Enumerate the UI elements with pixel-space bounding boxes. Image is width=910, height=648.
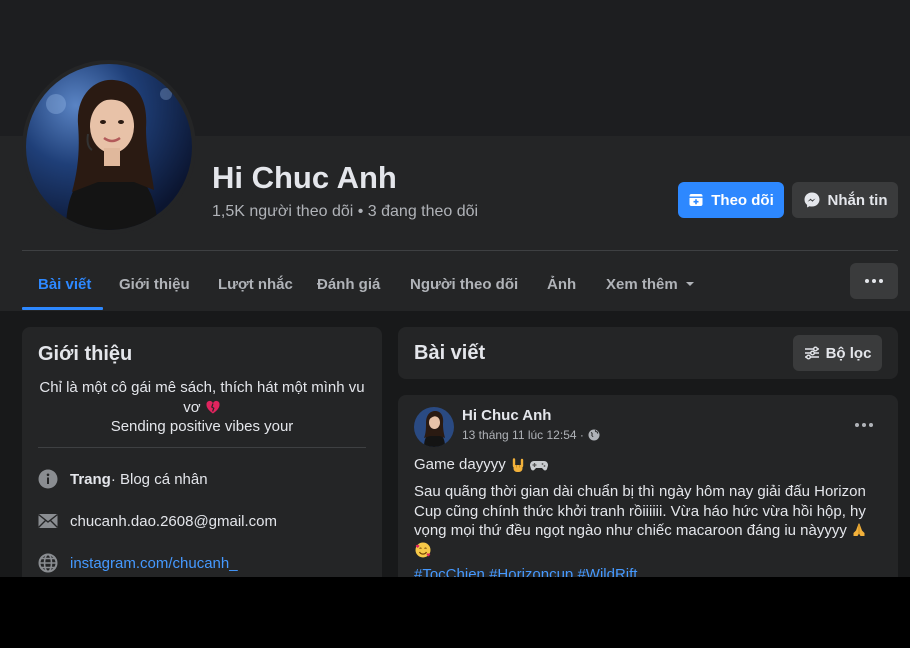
profile-name: Hi Chuc Anh: [212, 160, 397, 195]
rock-hand-icon: [510, 457, 526, 473]
intro-website[interactable]: instagram.com/chucanh_: [38, 553, 238, 573]
filter-label: Bộ lọc: [825, 344, 872, 362]
hashtag-link[interactable]: #Horizoncup: [489, 566, 573, 577]
info-icon: [38, 469, 58, 489]
smiling-face-with-hearts-icon: [414, 541, 432, 559]
post-text: Sau quãng thời gian dài chuẩn bị thì ngà…: [414, 483, 866, 539]
globe-icon: [38, 553, 58, 573]
post-timestamp[interactable]: 13 tháng 11 lúc 12:54 ·: [462, 428, 584, 442]
active-tab-indicator: [22, 307, 103, 310]
post-hashtags: #TocChien #Horizoncup #WildRift: [414, 566, 637, 577]
bio-line: vơ: [34, 398, 370, 418]
praying-hands-icon: [851, 522, 867, 538]
intro-card: Giới thiệu Chỉ là một cô gái mê sách, th…: [22, 327, 382, 577]
post-options-button[interactable]: [846, 407, 882, 443]
bio-line: Sending positive vibes your: [110, 418, 294, 435]
post-body: Sau quãng thời gian dài chuẩn bị thì ngà…: [414, 482, 882, 561]
filter-button[interactable]: Bộ lọc: [793, 335, 882, 371]
post-meta: 13 tháng 11 lúc 12:54 ·: [462, 428, 600, 442]
message-button[interactable]: Nhắn tin: [792, 182, 898, 218]
follow-icon: [688, 192, 704, 208]
filter-icon: [804, 345, 820, 361]
profile-page: Hi Chuc Anh 1,5K người theo dõi • 3 đang…: [0, 0, 910, 577]
hashtag-link[interactable]: #WildRift: [577, 566, 637, 577]
tab-more-label: Xem thêm: [606, 275, 678, 293]
message-label: Nhắn tin: [827, 191, 888, 209]
post-text: Game dayyyy: [414, 456, 506, 473]
intro-email[interactable]: chucanh.dao.2608@gmail.com: [38, 511, 277, 531]
posts-header: Bài viết Bộ lọc: [398, 327, 898, 379]
post-first-line: Game dayyyy: [414, 456, 548, 473]
public-globe-icon: [588, 429, 600, 441]
intro-divider: [38, 447, 366, 448]
tab-mentions[interactable]: Lượt nhắc: [218, 258, 293, 310]
follow-button[interactable]: Theo dõi: [678, 182, 784, 218]
chevron-down-icon: [685, 279, 695, 289]
tab-reviews[interactable]: Đánh giá: [317, 258, 380, 310]
email-text: chucanh.dao.2608@gmail.com: [70, 512, 278, 530]
more-options-button[interactable]: [850, 263, 898, 299]
bio-line: Chỉ là một cô gái mê sách, thích hát một…: [39, 379, 365, 396]
category-value: · Blog cá nhân: [110, 470, 208, 488]
gamepad-icon: [529, 457, 548, 473]
post-author-name[interactable]: Hi Chuc Anh: [462, 407, 551, 424]
posts-title: Bài viết: [414, 342, 486, 364]
profile-avatar[interactable]: [22, 60, 196, 234]
mail-icon: [38, 511, 58, 531]
website-link[interactable]: instagram.com/chucanh_: [70, 555, 238, 572]
tab-posts[interactable]: Bài viết: [38, 258, 91, 310]
hashtag-link[interactable]: #TocChien: [414, 566, 485, 577]
followers-count[interactable]: 1,5K người theo dõi • 3 đang theo dõi: [212, 203, 478, 221]
tab-about[interactable]: Giới thiệu: [119, 258, 190, 310]
messenger-icon: [803, 191, 821, 209]
post-author-avatar[interactable]: [414, 407, 454, 447]
intro-title: Giới thiệu: [38, 343, 133, 365]
tab-more[interactable]: Xem thêm: [606, 258, 695, 310]
category-type: Trang: [70, 470, 111, 488]
heart-icon: [205, 399, 221, 415]
header-divider: [22, 250, 898, 251]
tab-photos[interactable]: Ảnh: [547, 258, 576, 310]
tab-followers[interactable]: Người theo dõi: [410, 258, 518, 310]
profile-photo: [26, 64, 192, 230]
bio: Chỉ là một cô gái mê sách, thích hát một…: [34, 378, 370, 437]
follow-label: Theo dõi: [711, 191, 774, 209]
post-card: Hi Chuc Anh 13 tháng 11 lúc 12:54 · Game…: [398, 395, 898, 577]
intro-category: Trang · Blog cá nhân: [38, 469, 208, 489]
